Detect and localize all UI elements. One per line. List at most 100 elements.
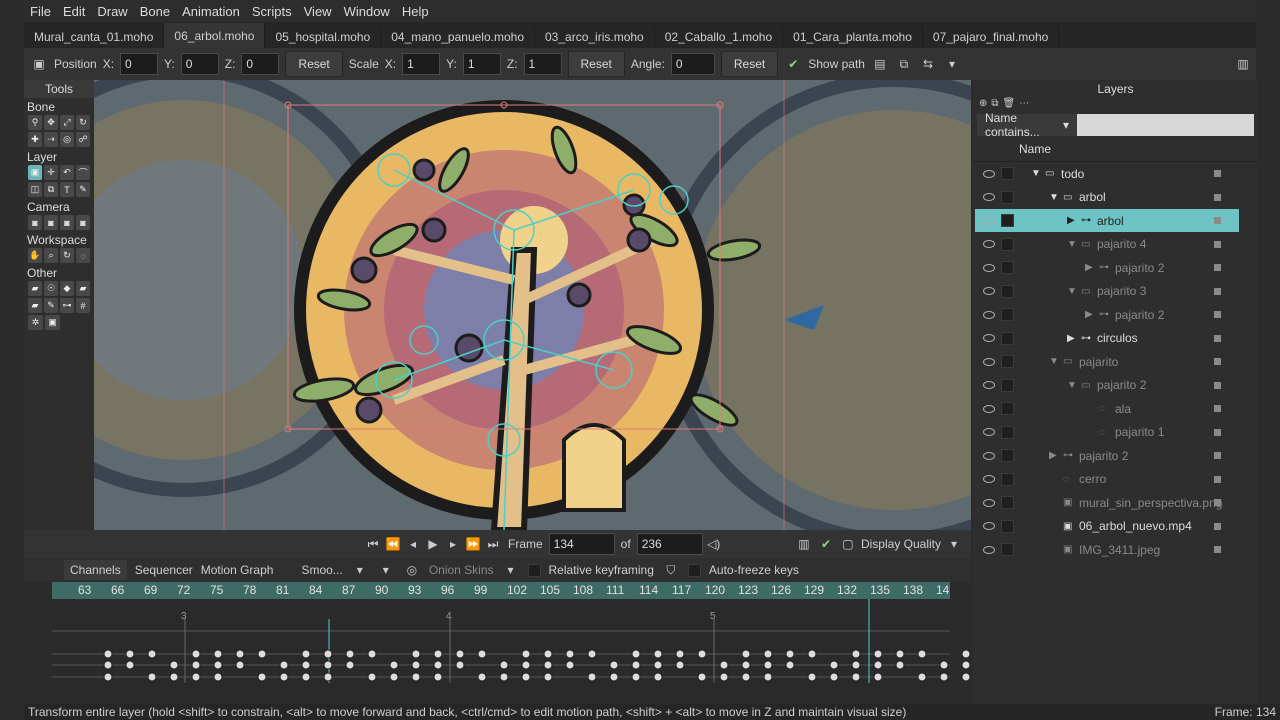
frame-ruler[interactable]: 63 66 69 72 75 78 81 84 87 90 93 96 99 102 105 108 111 11… bbox=[52, 582, 950, 599]
chevron-down-icon[interactable]: ▾ bbox=[502, 561, 520, 579]
relative-keyframing-label[interactable]: Relative keyframing bbox=[549, 563, 654, 577]
new-layer-icon[interactable]: ⊕ bbox=[979, 98, 987, 112]
orbit-icon[interactable]: ◌ bbox=[76, 248, 90, 263]
layer-color-swatch[interactable] bbox=[1214, 264, 1221, 271]
keyframe[interactable] bbox=[103, 672, 113, 682]
keyframe[interactable] bbox=[785, 649, 795, 659]
position-z-input[interactable] bbox=[241, 53, 280, 75]
layer-row[interactable]: ◌ cerro bbox=[975, 468, 1239, 491]
layer-color-swatch[interactable] bbox=[1214, 405, 1221, 412]
visibility-eye-icon[interactable] bbox=[983, 193, 995, 201]
layer-color-swatch[interactable] bbox=[1214, 287, 1221, 295]
visibility-eye-icon[interactable] bbox=[983, 522, 995, 530]
keyframe[interactable] bbox=[323, 672, 333, 682]
keyframe[interactable] bbox=[345, 660, 355, 670]
folder-icon[interactable]: ▰ bbox=[28, 281, 42, 296]
keyframe[interactable] bbox=[455, 649, 465, 659]
layer-color-swatch[interactable] bbox=[1214, 546, 1221, 553]
layer-row[interactable]: ▶ ⊶ circulos bbox=[975, 327, 1239, 350]
keyframe[interactable] bbox=[169, 660, 179, 670]
filter-input[interactable] bbox=[1077, 114, 1254, 136]
keyframe[interactable] bbox=[345, 649, 355, 659]
keyframe[interactable] bbox=[279, 672, 289, 682]
keyframe[interactable] bbox=[301, 672, 311, 682]
keyframe[interactable] bbox=[851, 672, 861, 682]
keyframe[interactable] bbox=[389, 672, 399, 682]
layer-row[interactable]: ▶ ⊶ arbol bbox=[975, 209, 1239, 232]
keyframe[interactable] bbox=[587, 672, 597, 682]
menu-item-edit[interactable]: Edit bbox=[57, 4, 91, 19]
transform-layer-icon[interactable]: ▣ bbox=[28, 165, 42, 180]
keyframe[interactable] bbox=[103, 649, 113, 659]
document-tab[interactable]: Mural_canta_01.moho bbox=[24, 26, 165, 48]
keyframe[interactable] bbox=[851, 649, 861, 659]
paint-bucket-icon[interactable]: ▰ bbox=[76, 281, 90, 296]
collapsed-arrow-icon[interactable]: ▶ bbox=[1067, 215, 1075, 226]
magic-wand-icon[interactable]: ✲ bbox=[28, 315, 43, 330]
end-icon[interactable]: ⏭ bbox=[484, 535, 502, 553]
show-path-label[interactable]: Show path bbox=[808, 57, 865, 71]
keyframe[interactable] bbox=[411, 649, 421, 659]
collapsed-arrow-icon[interactable]: ▶ bbox=[1085, 309, 1093, 320]
track-camera-icon[interactable]: ◙ bbox=[28, 215, 42, 230]
layer-checkbox[interactable] bbox=[1001, 402, 1014, 415]
image-icon[interactable]: ▰ bbox=[28, 298, 42, 313]
keyframe[interactable] bbox=[741, 649, 751, 659]
keyframe[interactable] bbox=[191, 672, 201, 682]
keyframe[interactable] bbox=[675, 660, 685, 670]
keyframe[interactable] bbox=[829, 660, 839, 670]
keyframe[interactable] bbox=[543, 672, 553, 682]
display-quality-label[interactable]: Display Quality bbox=[861, 537, 941, 551]
keyframe[interactable] bbox=[961, 660, 971, 670]
keyframe[interactable] bbox=[873, 660, 883, 670]
layer-color-swatch[interactable] bbox=[1214, 522, 1221, 530]
step-forward-icon[interactable]: ▸ bbox=[444, 535, 462, 553]
zoom-camera-icon[interactable]: ◙ bbox=[44, 215, 58, 230]
scale-reset-button[interactable]: Reset bbox=[567, 51, 625, 77]
more-icon[interactable]: ⋯ bbox=[1019, 98, 1029, 112]
layer-checkbox[interactable] bbox=[1001, 284, 1014, 298]
keyframe[interactable] bbox=[697, 672, 707, 682]
reparent-bone-icon[interactable]: ⇢ bbox=[44, 132, 58, 147]
keyframe[interactable] bbox=[895, 660, 905, 670]
keyframe[interactable] bbox=[587, 649, 597, 659]
document-tab[interactable]: 01_Cara_planta.moho bbox=[783, 26, 923, 48]
keyframe[interactable] bbox=[609, 672, 619, 682]
layer-color-swatch[interactable] bbox=[1214, 240, 1221, 248]
layer-row[interactable]: ▼ ▭ pajarito 2 bbox=[975, 374, 1239, 397]
rotate-layer-icon[interactable]: ↶ bbox=[60, 165, 74, 180]
menu-item-help[interactable]: Help bbox=[396, 4, 435, 19]
flip-icon[interactable]: ⇆ bbox=[919, 55, 937, 73]
link-icon[interactable]: ⊶ bbox=[60, 298, 74, 313]
frame-icon[interactable]: ▢ bbox=[839, 535, 857, 553]
visibility-eye-icon[interactable] bbox=[983, 334, 995, 342]
layer-checkbox[interactable] bbox=[1001, 472, 1014, 486]
keyframe[interactable] bbox=[147, 649, 157, 659]
checkmark-icon[interactable]: ✔ bbox=[784, 55, 802, 73]
keyframe[interactable] bbox=[235, 660, 245, 670]
layer-row[interactable]: ▣ 06_arbol_nuevo.mp4 bbox=[975, 515, 1239, 538]
keyframe[interactable] bbox=[653, 649, 663, 659]
visibility-eye-icon[interactable] bbox=[983, 287, 995, 295]
layer-row[interactable]: ▣ IMG_3411.jpeg bbox=[975, 538, 1239, 561]
keyframe[interactable] bbox=[235, 649, 245, 659]
keyframe[interactable] bbox=[741, 660, 751, 670]
keyframe[interactable] bbox=[785, 660, 795, 670]
collapsed-arrow-icon[interactable]: ▶ bbox=[1085, 262, 1093, 273]
visibility-eye-icon[interactable] bbox=[983, 451, 995, 460]
keyframe[interactable] bbox=[301, 660, 311, 670]
keyframe[interactable] bbox=[675, 649, 685, 659]
keyframe[interactable] bbox=[433, 660, 443, 670]
layer-checkbox[interactable] bbox=[1001, 237, 1014, 251]
add-bone-icon[interactable]: ✚ bbox=[28, 132, 42, 147]
keyframe[interactable] bbox=[125, 649, 135, 659]
keyframe[interactable] bbox=[125, 660, 135, 670]
menu-item-draw[interactable]: Draw bbox=[91, 4, 133, 19]
layer-color-swatch[interactable] bbox=[1214, 499, 1221, 506]
menu-item-view[interactable]: View bbox=[298, 4, 338, 19]
visibility-eye-icon[interactable] bbox=[983, 310, 995, 319]
set-origin-icon[interactable]: ✛ bbox=[44, 165, 58, 180]
keyframe[interactable] bbox=[851, 660, 861, 670]
keyframe[interactable] bbox=[939, 672, 949, 682]
visibility-eye-icon[interactable] bbox=[983, 357, 995, 366]
